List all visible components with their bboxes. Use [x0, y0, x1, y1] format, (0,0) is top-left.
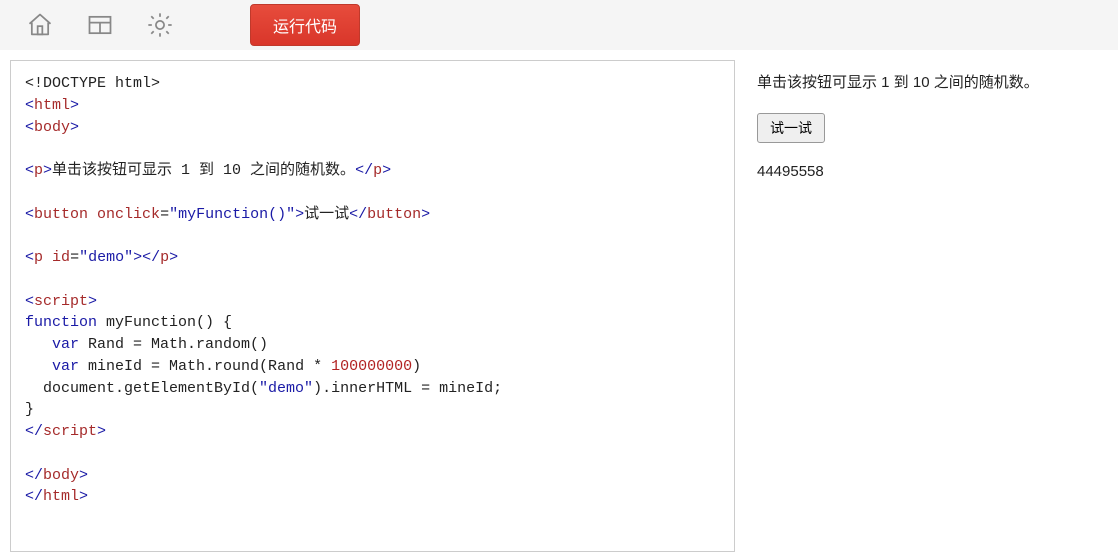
brightness-icon[interactable]: [130, 0, 190, 50]
preview-output: 44495558: [757, 161, 1108, 184]
run-code-button[interactable]: 运行代码: [250, 4, 360, 46]
code-text: <!DOCTYPE html>: [25, 75, 160, 92]
preview-pane: 单击该按钮可显示 1 到 10 之间的随机数。 试一试 44495558: [743, 50, 1118, 552]
content-area: <!DOCTYPE html> <html> <body> <p>单击该按钮可显…: [0, 50, 1118, 552]
home-icon[interactable]: [10, 0, 70, 50]
layout-icon[interactable]: [70, 0, 130, 50]
toolbar: 运行代码: [0, 0, 1118, 50]
try-it-button[interactable]: 试一试: [757, 113, 825, 143]
code-editor[interactable]: <!DOCTYPE html> <html> <body> <p>单击该按钮可显…: [10, 60, 735, 552]
preview-description: 单击该按钮可显示 1 到 10 之间的随机数。: [757, 72, 1108, 95]
